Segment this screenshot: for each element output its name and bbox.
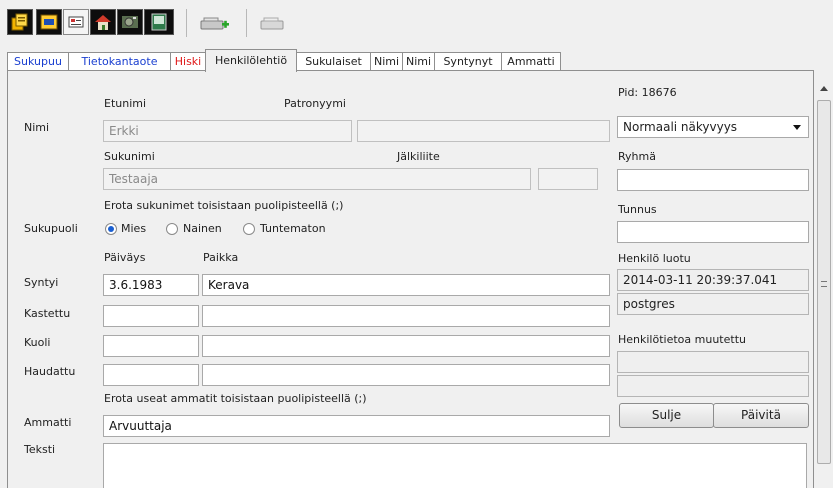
visibility-select[interactable]: Normaali näkyvyys [617, 116, 809, 138]
tab-tietokantaote[interactable]: Tietokantaote [68, 52, 171, 71]
ryhma-field[interactable] [617, 169, 809, 191]
tunnus-label: Tunnus [618, 203, 657, 216]
jalkiliite-label: Jälkiliite [397, 150, 440, 163]
pid-label: Pid: 18676 [618, 86, 677, 99]
etunimi-label: Etunimi [104, 97, 147, 110]
patronyymi-label: Patronyymi [284, 97, 346, 110]
tab-nimi-2[interactable]: Nimi [402, 52, 435, 71]
paikka-label: Paikka [203, 251, 239, 264]
card-icon[interactable] [63, 9, 89, 35]
close-button[interactable]: Sulje [619, 403, 714, 428]
event-label-kastettu: Kastettu [24, 307, 71, 320]
created-by-field: postgres [617, 293, 809, 315]
tab-syntynyt[interactable]: Syntynyt [434, 52, 502, 71]
grip-icon [821, 281, 827, 287]
toolbar-separator [246, 9, 247, 37]
sukupuoli-label: Sukupuoli [24, 222, 78, 235]
sukunimi-field[interactable]: Testaaja [103, 168, 531, 190]
nimi-label: Nimi [24, 121, 50, 134]
photo-icon[interactable] [117, 9, 143, 35]
home-icon[interactable] [90, 9, 116, 35]
occupation-hint: Erota useat ammatit toisistaan puolipist… [104, 392, 367, 405]
scroll-thumb[interactable] [817, 100, 831, 464]
gender-nainen-radio[interactable] [166, 223, 178, 235]
tunnus-field[interactable] [617, 221, 809, 243]
baptism-date-field[interactable] [103, 305, 199, 327]
teksti-area[interactable] [103, 443, 807, 488]
burial-date-field[interactable] [103, 364, 199, 386]
created-label: Henkilö luotu [618, 252, 691, 265]
tab-henkilolehtio[interactable]: Henkilölehtiö [205, 49, 297, 72]
event-label-syntyi: Syntyi [24, 276, 59, 289]
sukunimi-label: Sukunimi [104, 150, 155, 163]
birth-place-field[interactable]: Kerava [202, 274, 610, 296]
created-time-field: 2014-03-11 20:39:37.041 [617, 269, 809, 291]
vertical-scrollbar[interactable] [815, 80, 833, 488]
gender-tuntematon-label: Tuntematon [260, 222, 326, 235]
remove-record-icon[interactable] [260, 14, 290, 39]
event-label-haudattu: Haudattu [24, 365, 76, 378]
update-button[interactable]: Päivitä [713, 403, 809, 428]
etunimi-field[interactable]: Erkki [103, 120, 352, 142]
tab-ammatti[interactable]: Ammatti [501, 52, 561, 71]
patronyymi-field[interactable] [357, 120, 610, 142]
toolbar-separator [186, 9, 187, 37]
jalkiliite-field[interactable] [538, 168, 598, 190]
tab-nimi[interactable]: Nimi [370, 52, 403, 71]
window-icon[interactable] [144, 9, 174, 35]
gender-tuntematon-radio[interactable] [243, 223, 255, 235]
chevron-down-icon [793, 125, 801, 130]
tab-hiski[interactable]: Hiski [170, 52, 206, 71]
tab-sukupuu[interactable]: Sukupuu [7, 52, 69, 71]
modified-by-field [617, 375, 809, 397]
gender-mies-label: Mies [121, 222, 147, 235]
event-label-kuoli: Kuoli [24, 336, 51, 349]
ryhma-label: Ryhmä [618, 150, 656, 163]
death-date-field[interactable] [103, 335, 199, 357]
baptism-place-field[interactable] [202, 305, 610, 327]
birth-date-field[interactable]: 3.6.1983 [103, 274, 199, 296]
modified-time-field [617, 351, 809, 373]
surname-hint: Erota sukunimet toisistaan puolipisteell… [104, 199, 344, 212]
copy-pages-icon[interactable] [7, 9, 33, 35]
modified-label: Henkilötietoa muutettu [618, 333, 746, 346]
visibility-value: Normaali näkyvyys [623, 120, 738, 134]
paivays-label: Päiväys [104, 251, 146, 264]
add-record-icon[interactable] [200, 14, 230, 39]
ammatti-label: Ammatti [24, 416, 72, 429]
gender-nainen-label: Nainen [183, 222, 222, 235]
burial-place-field[interactable] [202, 364, 610, 386]
ammatti-field[interactable]: Arvuuttaja [103, 415, 610, 437]
teksti-label: Teksti [24, 443, 56, 456]
scroll-up-icon[interactable] [820, 86, 828, 91]
death-place-field[interactable] [202, 335, 610, 357]
tab-sukulaiset[interactable]: Sukulaiset [296, 52, 371, 71]
db-folder-icon[interactable] [36, 9, 62, 35]
gender-mies-radio[interactable] [105, 223, 117, 235]
